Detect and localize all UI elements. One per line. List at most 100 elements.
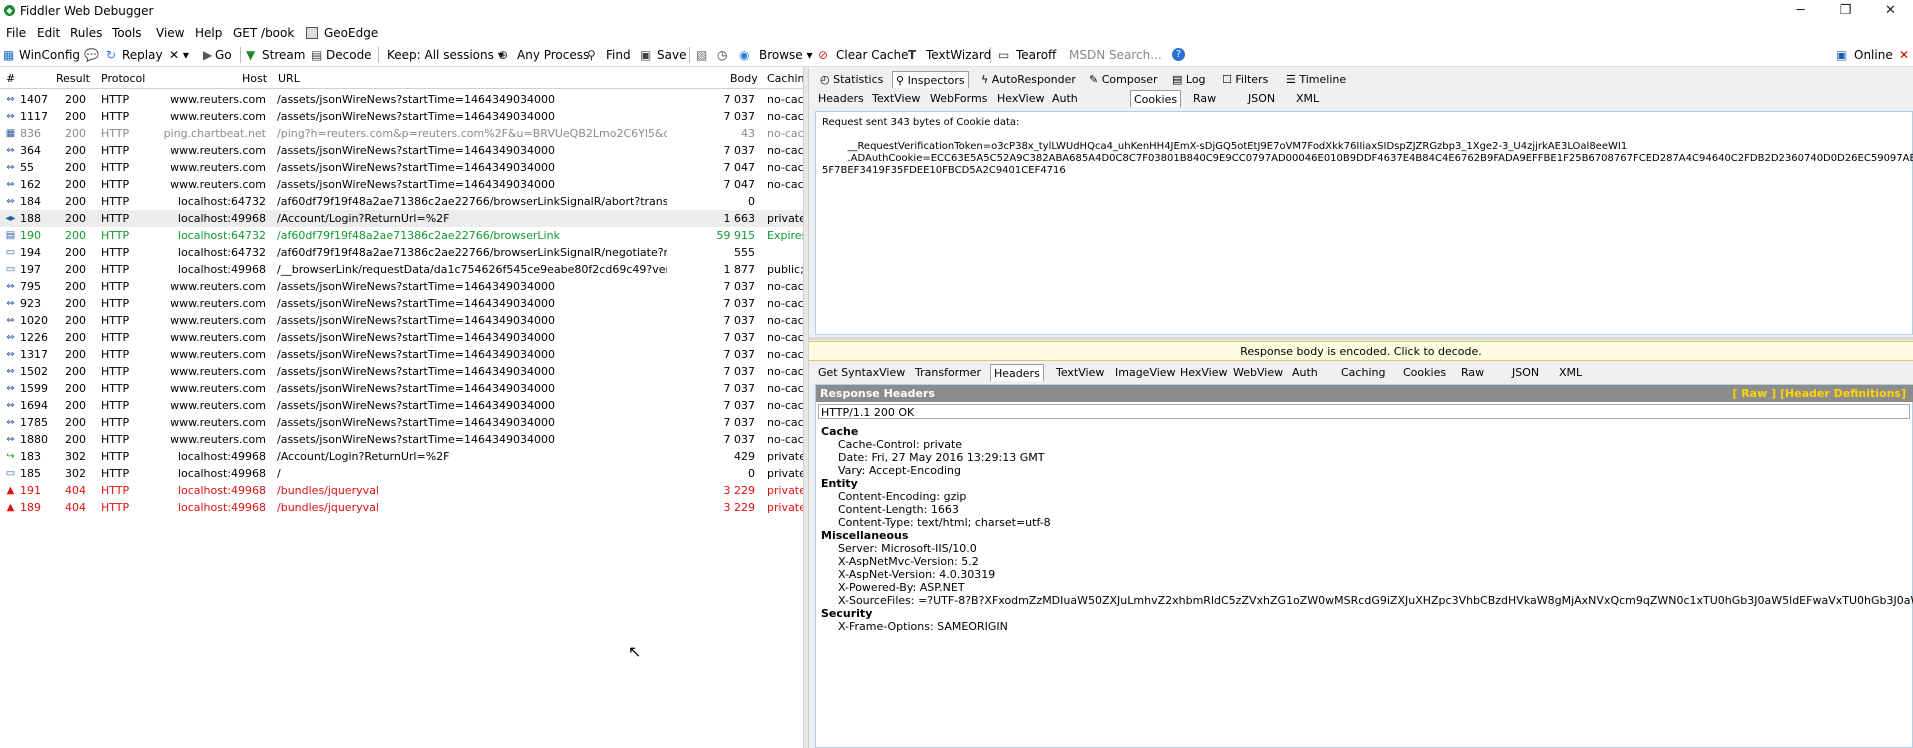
clear-cache-button[interactable]: Clear Cache <box>836 48 909 62</box>
request-cookie-panel[interactable]: Request sent 343 bytes of Cookie data: _… <box>815 111 1913 335</box>
any-process-button[interactable]: Any Process <box>517 48 589 62</box>
keep-sessions-dropdown[interactable]: Keep: All sessions ▾ <box>387 48 504 62</box>
menu-geoedge[interactable]: GeoEdge <box>324 26 378 40</box>
tab-log[interactable]: ▤ Log <box>1169 71 1209 88</box>
resp-tab-json[interactable]: JSON <box>1509 364 1542 381</box>
resp-tab-get-syntaxview[interactable]: Get SyntaxView <box>815 364 908 381</box>
replay-button[interactable]: Replay <box>122 48 163 62</box>
raw-header-links[interactable]: [ Raw ] [Header Definitions] <box>1732 387 1906 400</box>
tab-filters[interactable]: ☐ Filters <box>1219 71 1271 88</box>
table-row[interactable]: ⇔ 1502 200 HTTP www.reuters.com/assets/jsonW… <box>0 363 803 380</box>
table-row[interactable]: ▤ 190 200 HTTP localhost:64732/af60df79f19f4… <box>0 227 803 244</box>
resp-tab-caching[interactable]: Caching <box>1338 364 1388 381</box>
col-header-protocol[interactable]: Protocol <box>101 72 145 85</box>
tab-timeline[interactable]: ☰ Timeline <box>1283 71 1349 88</box>
restore-button[interactable]: ❐ <box>1823 0 1868 22</box>
menu-get-book[interactable]: GET /book <box>233 26 294 40</box>
resp-tab-hexview[interactable]: HexView <box>1177 364 1230 381</box>
menu-edit[interactable]: Edit <box>37 26 60 40</box>
horizontal-splitter[interactable] <box>809 337 1913 340</box>
table-row[interactable]: ⇔ 1785 200 HTTP www.reuters.com/assets/jsonW… <box>0 414 803 431</box>
resp-tab-cookies[interactable]: Cookies <box>1400 364 1449 381</box>
table-row[interactable]: ⇔ 55 200 HTTP www.reuters.com/assets/jsonWir… <box>0 159 803 176</box>
tab-statistics[interactable]: ◴ Statistics <box>817 71 886 88</box>
help-icon[interactable]: ? <box>1172 48 1185 61</box>
table-row[interactable]: ⇔ 364 200 HTTP www.reuters.com/assets/jsonWi… <box>0 142 803 159</box>
col-header-caching[interactable]: Caching <box>767 72 803 85</box>
resp-tab-auth[interactable]: Auth <box>1289 364 1321 381</box>
table-row[interactable]: ⇔ 923 200 HTTP www.reuters.com/assets/jsonWi… <box>0 295 803 312</box>
table-row[interactable]: ▭ 197 200 HTTP localhost:49968 /__browserLink… <box>0 261 803 278</box>
resp-tab-headers[interactable]: Headers <box>990 364 1044 381</box>
col-header-number[interactable]: # <box>6 72 15 85</box>
table-row[interactable]: ⇔ 1407 200 HTTP www.reuters.com/assets/jsonW… <box>0 91 803 108</box>
table-row[interactable]: ▲ 191 404 HTTP localhost:49968/bundles/jquer… <box>0 482 803 499</box>
table-row[interactable]: ⇔ 795 200 HTTP www.reuters.com/assets/jsonWi… <box>0 278 803 295</box>
tab-composer[interactable]: ✎ Composer <box>1086 71 1161 88</box>
comment-icon[interactable]: 💬 <box>84 48 99 62</box>
menu-view[interactable]: View <box>156 26 184 40</box>
timer-icon[interactable]: ◷ <box>717 48 727 62</box>
menu-help[interactable]: Help <box>195 26 222 40</box>
resp-tab-transformer[interactable]: Transformer <box>912 364 984 381</box>
save-button[interactable]: Save <box>657 48 686 62</box>
req-tab-auth[interactable]: Auth <box>1049 90 1081 107</box>
col-header-result[interactable]: Result <box>56 72 90 85</box>
req-tab-raw[interactable]: Raw <box>1190 90 1219 107</box>
msdn-search-input[interactable]: MSDN Search... <box>1069 48 1162 62</box>
section-heading[interactable]: Entity <box>821 477 858 490</box>
online-status[interactable]: Online <box>1854 48 1893 62</box>
screenshot-icon[interactable]: ▧ <box>696 48 707 62</box>
section-heading[interactable]: Cache <box>821 425 858 438</box>
resp-tab-textview[interactable]: TextView <box>1053 364 1107 381</box>
table-row[interactable]: ⇔ 184 200 HTTP localhost:64732/af60df79f19f4… <box>0 193 803 210</box>
req-tab-textview[interactable]: TextView <box>869 90 923 107</box>
close-toolbar-icon[interactable]: ✕ <box>1899 48 1909 62</box>
section-heading[interactable]: Miscellaneous <box>821 529 908 542</box>
winconfig-button[interactable]: WinConfig <box>19 48 80 62</box>
menu-tools[interactable]: Tools <box>112 26 142 40</box>
resp-tab-xml[interactable]: XML <box>1556 364 1585 381</box>
table-row[interactable]: ▦ 836 200 HTTP ping.chartbeat.net/ping?h=reu… <box>0 125 803 142</box>
table-row[interactable]: ⇔ 1317 200 HTTP www.reuters.com/assets/jsonW… <box>0 346 803 363</box>
resp-tab-raw[interactable]: Raw <box>1458 364 1487 381</box>
table-row[interactable]: ⇔ 1226 200 HTTP www.reuters.com/assets/jsonW… <box>0 329 803 346</box>
stream-button[interactable]: Stream <box>262 48 305 62</box>
table-row[interactable]: ▭ 194 200 HTTP localhost:64732/af60df79f19f4… <box>0 244 803 261</box>
find-button[interactable]: Find <box>606 48 631 62</box>
table-row[interactable]: ▭ 185 302 HTTP localhost:49968 / 0 private <box>0 465 803 482</box>
tab-inspectors[interactable]: ⚲ Inspectors <box>892 71 969 88</box>
browse-button[interactable]: Browse ▾ <box>759 48 813 62</box>
resp-tab-imageview[interactable]: ImageView <box>1112 364 1179 381</box>
close-button[interactable]: ✕ <box>1868 0 1913 22</box>
table-row[interactable]: ▲ 189 404 HTTP localhost:49968/bundles/jquer… <box>0 499 803 516</box>
table-row[interactable]: ⇔ 162 200 HTTP www.reuters.com/assets/jsonWi… <box>0 176 803 193</box>
table-row[interactable]: ⇔ 1880 200 HTTP www.reuters.com/assets/jsonW… <box>0 431 803 448</box>
tearoff-button[interactable]: Tearoff <box>1016 48 1056 62</box>
table-row[interactable]: ⇔ 1020 200 HTTP www.reuters.com/assets/jsonW… <box>0 312 803 329</box>
decode-button[interactable]: Decode <box>326 48 372 62</box>
req-tab-cookies[interactable]: Cookies <box>1130 90 1182 107</box>
table-row[interactable]: ↪ 183 302 HTTP localhost:49968/Account/Login… <box>0 448 803 465</box>
col-header-body[interactable]: Body <box>730 72 758 85</box>
col-header-host[interactable]: Host <box>242 72 267 85</box>
req-tab-json[interactable]: JSON <box>1245 90 1278 107</box>
table-row[interactable]: ◂▸ 188 200 HTTP localhost:49968/Account/Logi… <box>0 210 803 227</box>
table-row[interactable]: ⇔ 1694 200 HTTP www.reuters.com/assets/jsonW… <box>0 397 803 414</box>
req-tab-headers[interactable]: Headers <box>815 90 867 107</box>
req-tab-hexview[interactable]: HexView <box>994 90 1047 107</box>
remove-button[interactable]: ✕ ▾ <box>169 48 189 62</box>
resp-tab-webview[interactable]: WebView <box>1230 364 1286 381</box>
menu-file[interactable]: File <box>6 26 26 40</box>
req-tab-xml[interactable]: XML <box>1293 90 1322 107</box>
table-row[interactable]: ⇔ 1599 200 HTTP www.reuters.com/assets/jsonW… <box>0 380 803 397</box>
table-row[interactable]: ⇔ 1117 200 HTTP www.reuters.com/assets/jsonW… <box>0 108 803 125</box>
req-tab-webforms[interactable]: WebForms <box>927 90 990 107</box>
decode-notice-bar[interactable]: Response body is encoded. Click to decod… <box>809 341 1913 361</box>
section-heading[interactable]: Security <box>821 607 872 620</box>
menu-rules[interactable]: Rules <box>70 26 102 40</box>
col-header-url[interactable]: URL <box>278 72 300 85</box>
tab-autoresponder[interactable]: ϟ AutoResponder <box>978 71 1079 88</box>
minimize-button[interactable]: ─ <box>1778 0 1823 22</box>
textwizard-button[interactable]: TextWizard <box>926 48 991 62</box>
